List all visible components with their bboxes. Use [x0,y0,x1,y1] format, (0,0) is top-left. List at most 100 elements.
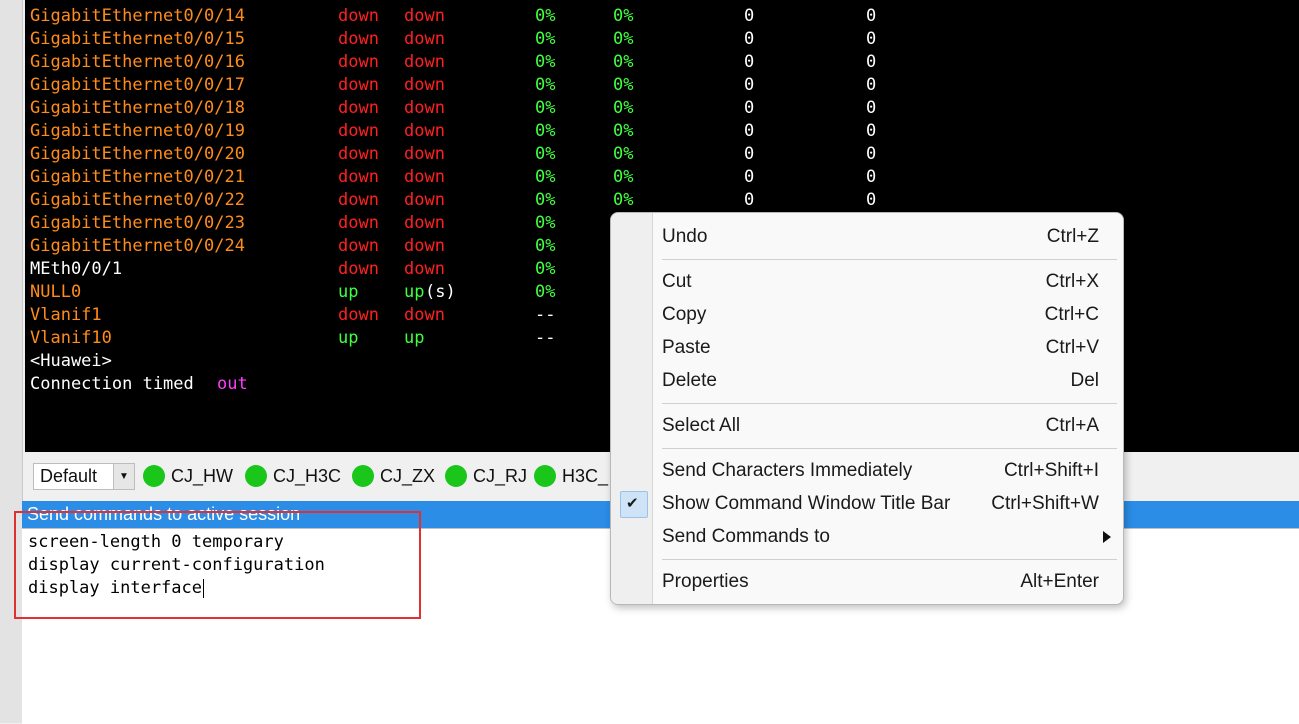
session-group-label: Default [40,466,98,486]
in-utilization: 0% [535,75,556,95]
session-tab-h3c[interactable]: H3C_ [534,463,608,489]
session-group-select[interactable]: Default ▼ [33,463,135,490]
in-errors: 0 [744,75,755,95]
interface-name: NULL0 [30,282,82,302]
session-tab-cj-hw[interactable]: CJ_HW [143,463,233,489]
context-menu: Undo Ctrl+Z Cut Ctrl+X Copy Ctrl+C Paste… [610,212,1124,605]
menu-item-label: Paste [662,337,711,358]
menu-separator [662,403,1117,404]
menu-item-label: Properties [662,571,749,592]
protocol-status: down [404,236,445,256]
phy-status: down [338,6,379,26]
menu-item-shortcut: Ctrl+A [1045,415,1099,436]
green-circle-icon [445,465,467,487]
session-label: CJ_RJ [473,465,528,486]
menu-item-shortcut: Ctrl+Shift+I [1003,460,1099,481]
green-circle-icon [245,465,267,487]
session-label: CJ_HW [171,465,233,486]
menu-item-shortcut: Ctrl+Z [1046,226,1099,247]
out-errors: 0 [866,52,877,72]
menu-item-send-commands-to[interactable]: Send Commands to [611,520,1123,553]
menu-item-shortcut: Del [1070,370,1099,391]
in-utilization: 0% [535,282,556,302]
menu-item-label: Undo [662,226,708,247]
menu-item-select-all[interactable]: Select All Ctrl+A [611,409,1123,442]
in-utilization: -- [535,328,556,348]
menu-item-cut[interactable]: Cut Ctrl+X [611,265,1123,298]
out-utilization: 0% [613,144,634,164]
session-label: H3C_ [562,465,609,486]
in-utilization: 0% [535,29,556,49]
phy-status: up [338,328,359,348]
interface-name: GigabitEthernet0/0/16 [30,52,245,72]
session-tab-cj-zx[interactable]: CJ_ZX [352,463,435,489]
green-circle-icon [143,465,165,487]
protocol-status: down [404,190,445,210]
menu-item-properties[interactable]: Properties Alt+Enter [611,565,1123,598]
green-circle-icon [352,465,374,487]
in-errors: 0 [744,52,755,72]
in-utilization: 0% [535,190,556,210]
in-errors: 0 [744,167,755,187]
interface-name: GigabitEthernet0/0/24 [30,236,245,256]
phy-status: down [338,167,379,187]
terminal-prompt: <Huawei> [30,351,112,371]
out-errors: 0 [866,98,877,118]
green-circle-icon [534,465,556,487]
menu-item-show-command-window-title-bar[interactable]: ✔ Show Command Window Title Bar Ctrl+Shi… [611,487,1123,520]
out-errors: 0 [866,167,877,187]
in-errors: 0 [744,6,755,26]
interface-name: GigabitEthernet0/0/15 [30,29,245,49]
menu-item-shortcut: Alt+Enter [1020,571,1099,592]
in-errors: 0 [744,144,755,164]
protocol-status: down [404,75,445,95]
menu-item-paste[interactable]: Paste Ctrl+V [611,331,1123,364]
timeout-text: Connection timed [30,374,204,394]
phy-status: down [338,144,379,164]
interface-name: GigabitEthernet0/0/17 [30,75,245,95]
in-utilization: 0% [535,259,556,279]
interface-name: MEth0/0/1 [30,259,123,279]
chevron-down-icon[interactable]: ▼ [113,464,134,489]
interface-name: GigabitEthernet0/0/19 [30,121,245,141]
in-utilization: 0% [535,6,556,26]
in-errors: 0 [744,98,755,118]
phy-status: down [338,121,379,141]
phy-status: down [338,213,379,233]
menu-item-shortcut: Ctrl+Shift+W [991,493,1099,514]
interface-name: Vlanif10 [30,328,112,348]
session-label: CJ_H3C [273,465,342,486]
session-tab-cj-h3c[interactable]: CJ_H3C [245,463,341,489]
out-utilization: 0% [613,121,634,141]
phy-status: down [338,190,379,210]
out-errors: 0 [866,29,877,49]
menu-item-send-characters-immediately[interactable]: Send Characters Immediately Ctrl+Shift+I [611,454,1123,487]
menu-item-copy[interactable]: Copy Ctrl+C [611,298,1123,331]
interface-name: GigabitEthernet0/0/22 [30,190,245,210]
in-utilization: 0% [535,167,556,187]
phy-status: down [338,259,379,279]
protocol-status: down [404,6,445,26]
phy-status: down [338,75,379,95]
out-errors: 0 [866,75,877,95]
protocol-status: up [404,282,425,302]
menu-item-label: Send Characters Immediately [662,460,913,481]
menu-separator [662,259,1117,260]
phy-status: up [338,282,359,302]
menu-item-label: Copy [662,304,707,325]
interface-name: GigabitEthernet0/0/21 [30,167,245,187]
menu-item-label: Send Commands to [662,526,830,547]
highlight-annotation-box [14,511,421,619]
protocol-suffix: (s) [425,282,456,302]
protocol-status: up [404,328,425,348]
menu-item-delete[interactable]: Delete Del [611,364,1123,397]
menu-item-label: Show Command Window Title Bar [662,493,951,514]
menu-item-label: Select All [662,415,741,436]
menu-item-shortcut: Ctrl+X [1045,271,1099,292]
protocol-status: down [404,52,445,72]
in-utilization: 0% [535,121,556,141]
session-tab-cj-rj[interactable]: CJ_RJ [445,463,527,489]
menu-item-undo[interactable]: Undo Ctrl+Z [611,220,1123,253]
interface-name: GigabitEthernet0/0/18 [30,98,245,118]
in-utilization: 0% [535,98,556,118]
